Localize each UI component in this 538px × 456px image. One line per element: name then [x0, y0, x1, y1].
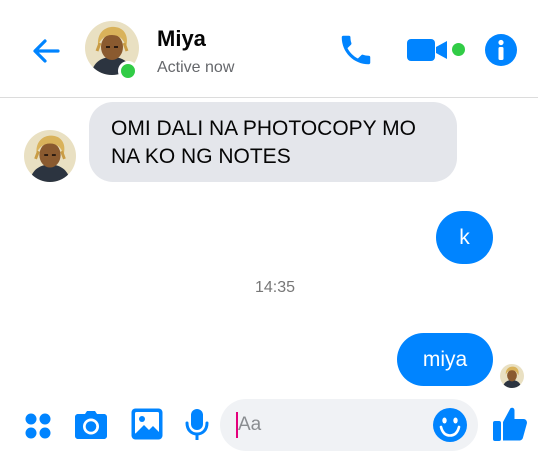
emoji-icon[interactable]	[432, 407, 468, 443]
phone-icon[interactable]	[337, 31, 375, 69]
outgoing-message-bubble[interactable]: miya	[397, 333, 493, 386]
back-arrow-icon[interactable]	[28, 33, 64, 69]
online-status-dot	[118, 61, 138, 81]
seen-receipt-avatar	[500, 364, 524, 388]
incoming-message-bubble[interactable]: OMI DALI NA PHOTOCOPY MO NA KO NG NOTES	[89, 102, 457, 182]
gallery-icon[interactable]	[130, 407, 164, 441]
thumbs-up-icon[interactable]	[491, 405, 529, 443]
outgoing-message-bubble[interactable]: k	[436, 211, 493, 264]
microphone-icon[interactable]	[185, 408, 209, 442]
camera-icon[interactable]	[74, 409, 108, 441]
active-status: Active now	[157, 59, 235, 76]
sender-avatar	[24, 130, 76, 182]
info-icon[interactable]	[484, 33, 518, 67]
conversation-header: Miya Active now	[0, 0, 538, 98]
contact-name[interactable]: Miya	[157, 26, 206, 52]
message-timestamp: 14:35	[254, 279, 296, 296]
video-online-dot	[452, 43, 465, 56]
apps-grid-icon[interactable]	[24, 412, 52, 440]
message-input[interactable]	[238, 401, 418, 449]
video-camera-icon[interactable]	[405, 36, 449, 64]
